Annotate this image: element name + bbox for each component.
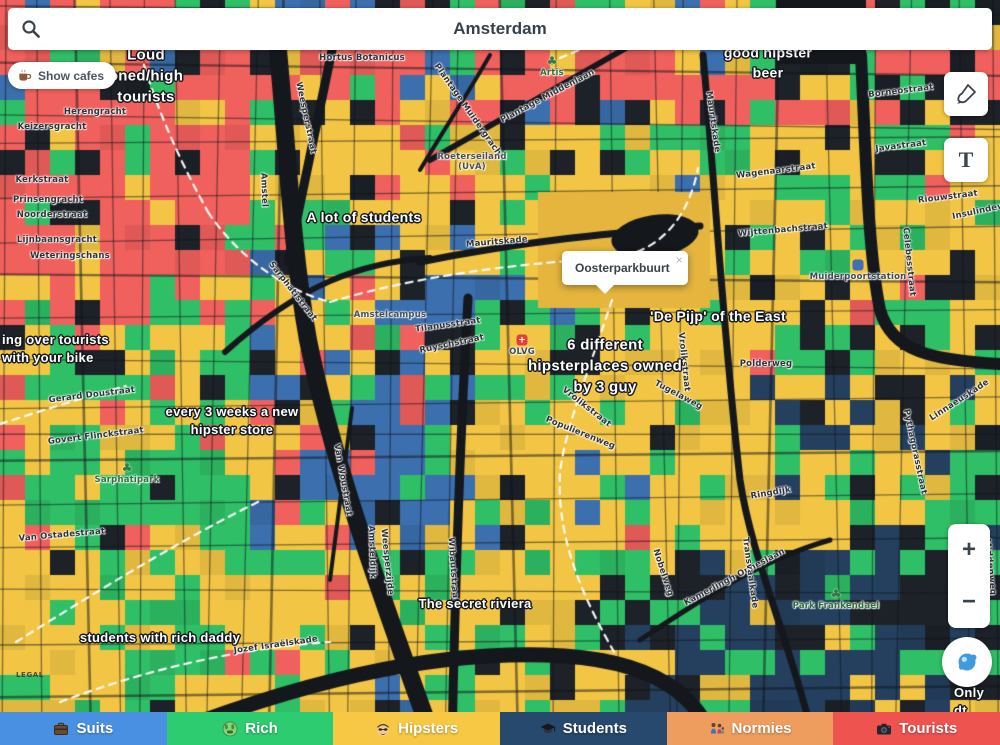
legend-label: Suits [76,720,114,737]
legend-item-suits[interactable]: Suits [0,712,167,745]
legend-label: Rich [245,720,278,737]
graduation-cap-icon [540,721,556,737]
hipster-face-icon [375,721,391,737]
map-annotation[interactable]: every 3 weeks a new hipster store [166,403,299,439]
text-tool-icon: T [958,147,974,172]
map-annotation[interactable]: students with rich daddy [80,629,240,647]
map-annotation[interactable]: 6 different hipsterplaces owned by 3 guy [528,335,682,398]
legal-link[interactable]: LEGAL [16,671,44,679]
svg-text:$: $ [225,724,228,730]
legend-item-tourists[interactable]: Tourists [833,712,1000,745]
paint-tool-button[interactable] [944,72,988,116]
map-annotation[interactable]: The secret riviera [418,595,531,613]
briefcase-icon [53,721,69,737]
city-title: Amsterdam [453,19,547,38]
hoodmaps-app: Herengracht Keizersgracht Kerkstraat Prinse… [0,0,1000,745]
show-cafes-label: Show cafes [38,68,105,83]
map-annotation[interactable]: A lot of students [306,208,421,228]
text-tool-button[interactable]: T [944,138,988,182]
legend-bar: Suits $ $ Rich Hipsters Students Normies Touris… [0,712,1000,745]
zoom-in-button[interactable]: + [948,524,990,576]
show-cafes-button[interactable]: Show cafes [8,62,117,89]
legend-item-students[interactable]: Students [500,712,667,745]
camera-icon [876,721,892,737]
legend-item-rich[interactable]: $ $ Rich [166,712,334,745]
money-face-icon: $ $ [222,721,238,737]
paintbrush-icon [954,82,978,106]
city-search-bar[interactable]: Amsterdam [8,8,992,50]
zoom-out-button[interactable]: − [948,576,990,628]
svg-text:$: $ [231,724,234,730]
legend-label: Normies [731,720,792,737]
legend-item-hipsters[interactable]: Hipsters [333,712,501,745]
map-annotation[interactable]: Loud oned/high tourists [109,45,183,108]
family-icon [709,721,725,737]
neighborhood-popup: Oosterparkbuurt × [562,251,688,294]
legend-item-normies[interactable]: Normies [666,712,834,745]
legend-label: Hipsters [398,720,459,737]
legend-label: Students [562,720,627,737]
map-annotation[interactable]: 'De Pijp' of the East [650,307,786,327]
coffee-icon [17,68,32,83]
popup-close-icon[interactable]: × [676,253,683,267]
map-annotation[interactable]: ing over tourists with your bike [2,331,109,367]
zoom-control: + − [948,524,990,628]
paint-mode-button[interactable] [942,637,992,687]
legend-label: Tourists [899,720,958,737]
neighborhood-popup-title: Oosterparkbuurt [575,261,670,275]
paint-blob-icon [953,648,981,676]
